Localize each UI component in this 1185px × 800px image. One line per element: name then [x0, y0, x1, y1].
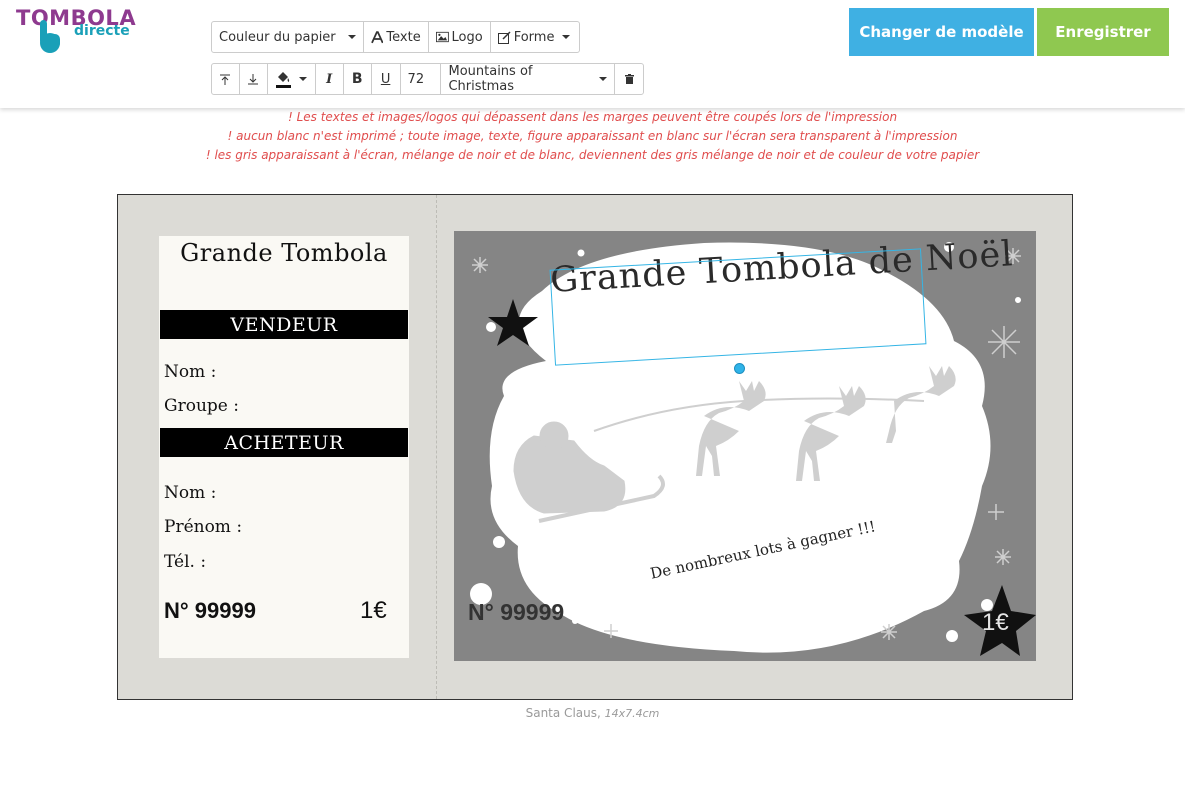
buyer-firstname-field[interactable]: Prénom : [164, 517, 242, 537]
buyer-phone-field[interactable]: Tél. : [164, 552, 206, 572]
font-family-dropdown[interactable]: Mountains of Christmas [441, 64, 616, 94]
align-top-button[interactable] [212, 64, 240, 94]
add-text-label: Texte [386, 29, 421, 45]
toolbar-row-2: I B U 72 Mountains of Christmas [211, 63, 644, 95]
add-text-button[interactable]: Texte [364, 22, 429, 52]
chevron-down-icon [298, 77, 307, 81]
buyer-lastname-field[interactable]: Nom : [164, 483, 216, 503]
bold-icon: B [351, 71, 363, 87]
underline-button[interactable]: U [372, 64, 401, 94]
seller-header[interactable]: VENDEUR [160, 310, 408, 339]
paper-color-dropdown[interactable]: Couleur du papier [212, 22, 364, 52]
add-logo-button[interactable]: Logo [429, 22, 491, 52]
stub-price[interactable]: 1€ [360, 597, 387, 625]
font-size-input[interactable]: 72 [401, 64, 442, 94]
main-price[interactable]: 1€ [982, 609, 1009, 637]
logo-tagline: directe [74, 23, 130, 39]
paint-bucket-icon [275, 72, 291, 88]
model-size: 14x7.4cm [604, 707, 660, 720]
rotate-handle-icon[interactable] [734, 363, 745, 374]
main-ticket-number[interactable]: N° 99999 [468, 599, 564, 626]
italic-icon: I [326, 71, 333, 87]
chevron-down-icon [562, 35, 571, 39]
underline-icon: U [380, 71, 391, 87]
edit-shape-icon [497, 30, 511, 44]
shape-label: Forme [513, 29, 555, 45]
font-size-value: 72 [407, 71, 425, 87]
align-bottom-button[interactable] [240, 64, 268, 94]
hand-pointer-icon [40, 20, 60, 53]
image-icon [435, 31, 449, 43]
font-family-value: Mountains of Christmas [448, 64, 533, 94]
toolbar-row-1: Couleur du papier Texte Logo Forme [211, 21, 580, 53]
save-button[interactable]: Enregistrer [1037, 8, 1169, 56]
bold-button[interactable]: B [344, 64, 372, 94]
add-logo-label: Logo [451, 29, 483, 45]
chevron-down-icon [599, 77, 608, 81]
ticket-stub[interactable]: Grande Tombola VENDEUR Nom : Groupe : AC… [159, 236, 409, 658]
brand-logo[interactable]: TOMBOLA directe [14, 6, 136, 58]
seller-group-field[interactable]: Groupe : [164, 396, 239, 416]
model-caption: Santa Claus, 14x7.4cm [0, 706, 1185, 720]
shape-dropdown[interactable]: Forme [491, 22, 579, 52]
app-header: TOMBOLA directe Couleur du papier Texte … [0, 0, 1185, 108]
stub-ticket-number[interactable]: N° 99999 [164, 598, 256, 624]
chevron-down-icon [347, 35, 356, 39]
warning-white: ! aucun blanc n'est imprimé ; toute imag… [227, 129, 958, 143]
warning-margins: ! Les textes et images/logos qui dépasse… [287, 110, 898, 124]
warning-grey: ! les gris apparaissant à l'écran, mélan… [205, 148, 980, 162]
stub-title[interactable]: Grande Tombola [159, 239, 409, 267]
align-bottom-icon [248, 73, 259, 84]
seller-name-field[interactable]: Nom : [164, 362, 216, 382]
perforation-line [436, 195, 437, 699]
delete-button[interactable] [615, 64, 643, 94]
align-top-icon [220, 74, 231, 85]
buyer-header[interactable]: ACHETEUR [160, 428, 408, 457]
change-model-button[interactable]: Changer de modèle [849, 8, 1034, 56]
italic-button[interactable]: I [316, 64, 344, 94]
fill-color-dropdown[interactable] [268, 64, 316, 94]
paper-color-label: Couleur du papier [219, 29, 336, 45]
model-name: Santa Claus, [525, 706, 601, 720]
font-icon [370, 30, 384, 43]
trash-icon [624, 74, 634, 84]
ticket-canvas[interactable]: Grande Tombola VENDEUR Nom : Groupe : AC… [117, 194, 1073, 700]
